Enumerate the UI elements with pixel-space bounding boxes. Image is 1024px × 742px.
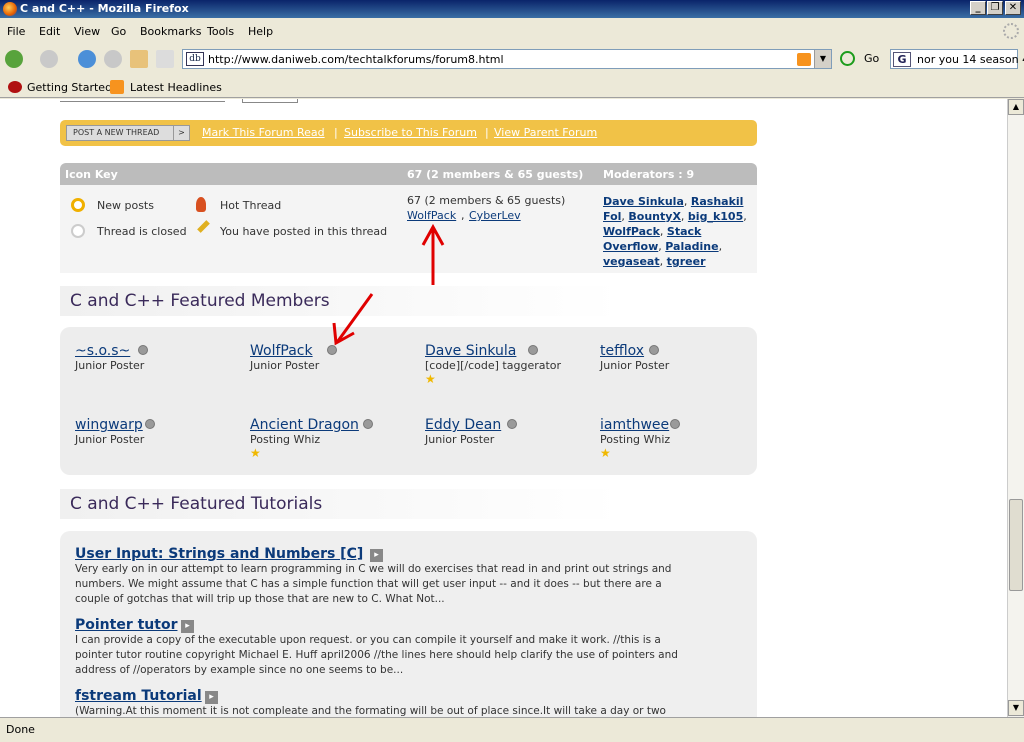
rss-icon: [110, 80, 124, 94]
reload-icon[interactable]: [78, 50, 96, 68]
activity-throbber-icon: [1003, 23, 1019, 39]
url-text[interactable]: http://www.daniweb.com/techtalkforums/fo…: [208, 53, 504, 66]
annotation-arrows: [332, 223, 445, 346]
annotation-arrow-down: [332, 293, 374, 346]
title-bar: C and C++ - Mozilla Firefox _ ❐ ✕: [0, 0, 1024, 18]
go-arrow-icon: [840, 51, 855, 66]
menu-bar: File Edit View Go Bookmarks Tools Help: [0, 22, 1024, 42]
forward-icon[interactable]: [40, 50, 58, 68]
menu-view[interactable]: View: [74, 25, 100, 38]
menu-help[interactable]: Help: [248, 25, 273, 38]
page-viewport: POST A NEW THREAD > Mark This Forum Read…: [0, 99, 1007, 717]
maximize-button[interactable]: ❐: [987, 1, 1003, 15]
firefox-icon: [3, 2, 17, 16]
bookmarks-toolbar: Getting Started Latest Headlines: [0, 76, 1024, 98]
status-bar: Done: [0, 717, 1024, 742]
new-tab-icon[interactable]: [156, 50, 174, 68]
scroll-down-icon[interactable]: ▼: [1008, 700, 1024, 716]
minimize-button[interactable]: _: [970, 1, 986, 15]
scroll-thumb[interactable]: [1009, 499, 1023, 591]
bookmark-latest-headlines[interactable]: Latest Headlines: [130, 81, 222, 94]
getting-started-icon: [8, 81, 22, 93]
window-title: C and C++ - Mozilla Firefox: [20, 2, 189, 15]
search-text[interactable]: nor you 14 season 4: [917, 53, 1024, 66]
back-icon[interactable]: [5, 50, 23, 68]
site-favicon: db: [186, 52, 204, 66]
home-icon[interactable]: [130, 50, 148, 68]
search-input[interactable]: G nor you 14 season 4: [890, 49, 1024, 69]
rss-feed-icon[interactable]: [797, 53, 811, 66]
status-text: Done: [6, 723, 35, 736]
menu-edit[interactable]: Edit: [39, 25, 60, 38]
bookmark-getting-started[interactable]: Getting Started: [27, 81, 112, 94]
menu-go[interactable]: Go: [111, 25, 126, 38]
close-button[interactable]: ✕: [1005, 1, 1021, 15]
url-dropdown-icon[interactable]: ▼: [814, 50, 831, 68]
menu-tools[interactable]: Tools: [207, 25, 234, 38]
scroll-up-icon[interactable]: ▲: [1008, 99, 1024, 115]
vertical-scrollbar[interactable]: ▲ ▼: [1007, 99, 1024, 717]
menu-file[interactable]: File: [7, 25, 25, 38]
annotation-arrow-up: [421, 223, 445, 285]
google-search-icon[interactable]: G: [893, 52, 911, 67]
menu-bookmarks[interactable]: Bookmarks: [140, 25, 201, 38]
url-bar[interactable]: db http://www.daniweb.com/techtalkforums…: [182, 49, 832, 69]
stop-icon[interactable]: [104, 50, 122, 68]
